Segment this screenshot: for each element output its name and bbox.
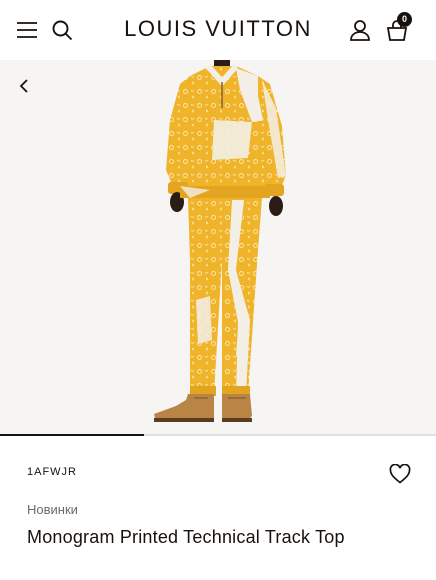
user-icon[interactable]: [347, 16, 373, 44]
gallery-progress-bar: [0, 434, 436, 436]
gallery-progress-fill: [0, 434, 144, 436]
product-image-gallery[interactable]: [0, 60, 436, 436]
product-title: Monogram Printed Technical Track Top: [27, 527, 345, 547]
product-sku: 1AFWJR: [27, 466, 77, 478]
heart-icon[interactable]: [389, 463, 411, 484]
product-image: [154, 60, 286, 422]
product-category[interactable]: Новинки: [27, 502, 78, 517]
bag-count-badge: 0: [397, 12, 412, 27]
site-header: LOUIS VUITTON 0: [0, 0, 436, 60]
shopping-bag-icon[interactable]: 0: [384, 12, 412, 44]
